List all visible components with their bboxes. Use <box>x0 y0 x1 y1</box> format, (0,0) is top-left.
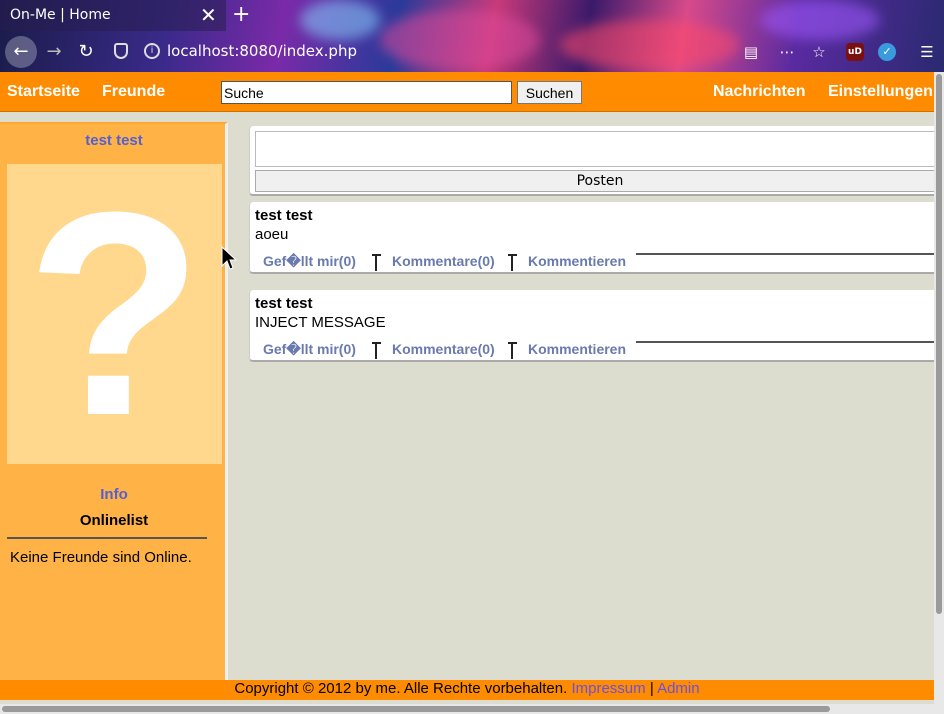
feed-post: test test aoeu Gef�llt mir(0) Kommentare… <box>249 202 940 274</box>
nav-home-link[interactable]: Startseite <box>7 83 80 101</box>
horizontal-scroll-thumb[interactable] <box>2 706 830 712</box>
post-button[interactable]: Posten <box>255 170 944 192</box>
comments-count-link[interactable]: Kommentare(0) <box>392 253 495 269</box>
action-separator <box>508 342 517 359</box>
tab-close-icon[interactable]: ✕ <box>200 3 217 27</box>
like-link[interactable]: Gef�llt mir(0) <box>263 341 356 358</box>
footer-separator: | <box>649 680 654 697</box>
action-separator <box>372 254 381 271</box>
url-bar[interactable]: localhost:8080/index.php <box>167 42 357 60</box>
back-arrow-icon[interactable]: ← <box>5 36 37 68</box>
post-author[interactable]: test test <box>255 295 313 312</box>
comment-action-link[interactable]: Kommentieren <box>528 341 626 357</box>
online-list-heading: Onlinelist <box>79 512 149 529</box>
menu-hamburger-icon[interactable]: ☰ <box>918 43 936 61</box>
action-separator <box>508 254 517 271</box>
vertical-scrollbar[interactable] <box>934 72 944 704</box>
page-actions-icon[interactable]: ⋯ <box>778 43 796 61</box>
post-composer: Posten <box>249 126 944 196</box>
browser-tab[interactable]: On-Me | Home ✕ <box>0 0 226 31</box>
post-message: INJECT MESSAGE <box>255 314 386 331</box>
browser-chrome: On-Me | Home ✕ + ← → ↻ i localhost:8080/… <box>0 0 944 72</box>
new-tab-icon[interactable]: + <box>232 2 250 27</box>
avatar-placeholder-question-icon: ? <box>25 164 204 464</box>
admin-link[interactable]: Admin <box>657 680 700 697</box>
site-header: Startseite Freunde Suchen Nachrichten Ei… <box>0 72 934 112</box>
site-footer: Copyright © 2012 by me. Alle Rechte vorb… <box>0 680 934 700</box>
impressum-link[interactable]: Impressum <box>571 680 645 697</box>
browser-toolbar: ← → ↻ i localhost:8080/index.php ▤ ⋯ ☆ u… <box>0 34 944 70</box>
reader-view-icon[interactable]: ▤ <box>742 43 760 61</box>
page-content: Startseite Freunde Suchen Nachrichten Ei… <box>0 72 944 704</box>
tab-title: On-Me | Home <box>10 7 111 23</box>
copyright-text: Copyright © 2012 by me. Alle Rechte vorb… <box>234 680 568 697</box>
vertical-scroll-thumb[interactable] <box>936 74 942 614</box>
post-divider <box>636 253 940 255</box>
comment-action-link[interactable]: Kommentieren <box>528 253 626 269</box>
post-divider <box>636 341 940 343</box>
divider <box>7 537 207 539</box>
post-message: aoeu <box>255 226 289 243</box>
nav-friends-link[interactable]: Freunde <box>102 83 165 101</box>
post-author[interactable]: test test <box>255 207 313 224</box>
comments-count-link[interactable]: Kommentare(0) <box>392 341 495 357</box>
extension-icon[interactable]: ✓ <box>878 43 896 61</box>
profile-name-link[interactable]: test test <box>0 132 228 149</box>
info-link[interactable]: Info <box>0 486 228 503</box>
forward-arrow-icon[interactable]: → <box>38 36 70 68</box>
nav-settings-link[interactable]: Einstellungen <box>828 83 933 101</box>
avatar[interactable]: ? <box>7 164 222 464</box>
tracking-shield-icon[interactable] <box>114 43 128 59</box>
bookmark-star-icon[interactable]: ☆ <box>810 43 828 61</box>
profile-sidebar: test test ? Info Onlinelist Keine Freund… <box>0 122 228 682</box>
reload-icon[interactable]: ↻ <box>70 36 102 68</box>
horizontal-scrollbar[interactable] <box>0 704 944 714</box>
nav-messages-link[interactable]: Nachrichten <box>713 83 805 101</box>
site-info-icon[interactable]: i <box>144 43 160 59</box>
search-button[interactable]: Suchen <box>517 81 582 104</box>
search-input[interactable] <box>221 81 512 104</box>
post-textarea[interactable] <box>255 131 944 167</box>
feed-post: test test INJECT MESSAGE Gef�llt mir(0) … <box>249 290 940 362</box>
like-link[interactable]: Gef�llt mir(0) <box>263 253 356 270</box>
online-list-empty-text: Keine Freunde sind Online. <box>10 549 192 566</box>
ublock-extension-icon[interactable]: uD <box>846 43 864 61</box>
mouse-cursor-icon <box>221 246 237 270</box>
action-separator <box>372 342 381 359</box>
